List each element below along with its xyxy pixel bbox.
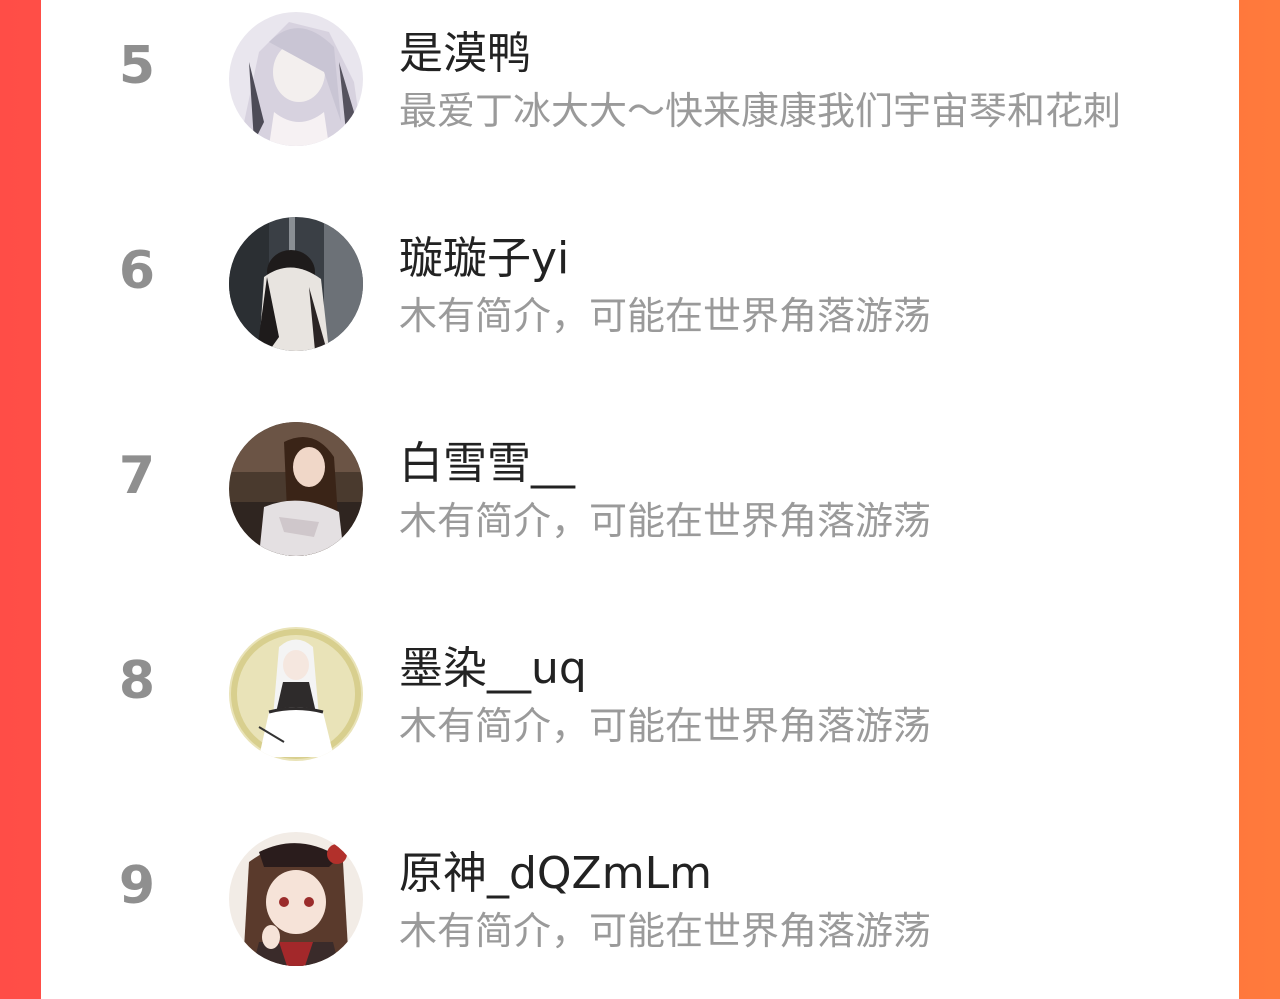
user-name[interactable]: 墨染__uq: [399, 643, 587, 695]
user-bio: 木有简介，可能在世界角落游荡: [399, 704, 932, 748]
avatar[interactable]: [229, 217, 363, 351]
user-name[interactable]: 白雪雪__: [399, 438, 575, 490]
user-bio: 木有简介，可能在世界角落游荡: [399, 294, 932, 338]
ranking-row[interactable]: 6 璇璇子yi 木有简介，可能在世界角落游荡: [41, 205, 1239, 351]
rank-number: 7: [118, 446, 156, 506]
avatar-image: [229, 422, 363, 556]
rank-number: 5: [118, 36, 156, 96]
user-name[interactable]: 是漠鸭: [399, 28, 531, 80]
avatar[interactable]: [229, 12, 363, 146]
user-bio: 木有简介，可能在世界角落游荡: [399, 499, 932, 543]
ranking-row[interactable]: 7 白雪雪__ 木有简介，可能在世界角落游荡: [41, 410, 1239, 556]
avatar-image: [229, 217, 363, 351]
user-bio: 木有简介，可能在世界角落游荡: [399, 909, 932, 953]
user-name[interactable]: 璇璇子yi: [399, 233, 569, 285]
avatar[interactable]: [229, 832, 363, 966]
ranking-list: 5 是漠鸭 最爱丁冰大大～快来康康我们宇宙琴和花刺 6 璇璇子yi 木有简介，可…: [41, 0, 1239, 999]
rank-number: 8: [118, 651, 156, 711]
avatar[interactable]: [229, 422, 363, 556]
rank-number: 9: [118, 856, 156, 916]
ranking-row[interactable]: 8 墨染__uq 木有简介，可能在世界角落游荡: [41, 615, 1239, 761]
avatar-image: [229, 12, 363, 146]
rank-number: 6: [118, 241, 156, 301]
avatar-image: [229, 627, 363, 761]
avatar-image: [229, 832, 363, 966]
ranking-row[interactable]: 5 是漠鸭 最爱丁冰大大～快来康康我们宇宙琴和花刺: [41, 0, 1239, 146]
ranking-row[interactable]: 9 原神_dQZmLm 木有简介，可能在世界角落游荡: [41, 820, 1239, 966]
avatar[interactable]: [229, 627, 363, 761]
user-bio: 最爱丁冰大大～快来康康我们宇宙琴和花刺: [399, 89, 1122, 133]
user-name[interactable]: 原神_dQZmLm: [399, 848, 712, 900]
